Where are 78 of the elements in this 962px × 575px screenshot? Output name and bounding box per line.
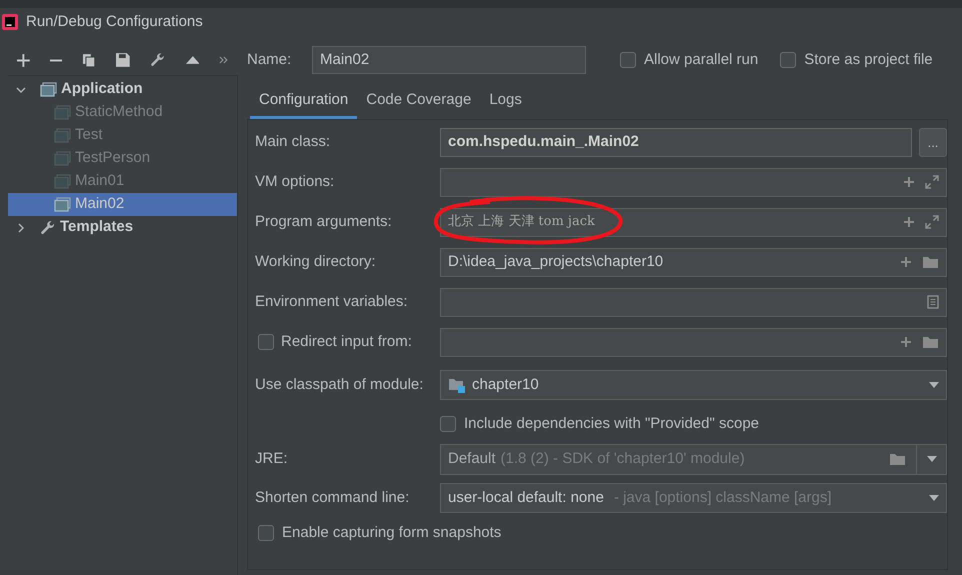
tree-label: Test	[75, 125, 103, 146]
window-title: Run/Debug Configurations	[26, 12, 203, 32]
field-value: Default	[448, 448, 496, 469]
field-label: VM options:	[255, 172, 336, 192]
copy-icon[interactable]	[82, 52, 96, 68]
expand-icon[interactable]	[925, 215, 939, 229]
chevron-icon[interactable]	[16, 222, 26, 232]
module-folder-icon	[448, 377, 466, 393]
tree-label: TestPerson	[75, 148, 150, 168]
field-label: Program arguments:	[255, 212, 393, 232]
folder-icon[interactable]	[922, 335, 939, 349]
checkbox-label: Enable capturing form snapshots	[282, 522, 502, 543]
field-label: Working directory:	[255, 252, 377, 272]
window-icon	[40, 82, 57, 97]
field-label: Use classpath of module:	[255, 374, 424, 395]
more-icon[interactable]	[219, 56, 228, 64]
window-icon	[54, 197, 71, 212]
plus-icon[interactable]	[903, 216, 915, 228]
field-value: com.hspedu.main_.Main02	[448, 132, 639, 152]
document-icon[interactable]	[927, 295, 939, 309]
tree-label: Application	[61, 79, 143, 100]
checkbox-label: Store as project file	[804, 50, 933, 70]
caret-icon[interactable]	[929, 495, 939, 501]
plus-icon[interactable]	[900, 336, 912, 348]
plus-icon[interactable]	[903, 176, 915, 188]
checkbox[interactable]	[780, 52, 796, 68]
field-value: chapter10	[472, 374, 540, 395]
tree-label: Main02	[75, 194, 124, 214]
tab[interactable]: Code Coverage	[357, 87, 480, 119]
tab[interactable]: Logs	[480, 87, 531, 119]
caret-icon[interactable]	[926, 456, 936, 462]
field-label: Environment variables:	[255, 292, 409, 312]
window-icon	[54, 174, 71, 189]
field-value: 北京 上海 天津 tom jack	[448, 213, 596, 232]
text-field[interactable]	[440, 168, 947, 196]
module-dropdown[interactable]: chapter10	[440, 370, 947, 400]
checkbox[interactable]	[258, 525, 274, 541]
text-field[interactable]: D:\idea_java_projects\chapter10	[440, 248, 947, 276]
name-field[interactable]: Main02	[312, 46, 586, 74]
checkbox[interactable]	[440, 416, 456, 432]
tree-item[interactable]: Application	[8, 78, 237, 101]
text-field[interactable]	[440, 288, 947, 316]
field-value: Main02	[320, 50, 370, 70]
move-up-icon[interactable]	[186, 56, 200, 64]
text-field[interactable]: 北京 上海 天津 tom jack	[440, 208, 947, 236]
field-value: D:\idea_java_projects\chapter10	[448, 252, 664, 272]
checkbox[interactable]	[620, 52, 636, 68]
tree-label: StaticMethod	[75, 102, 163, 122]
field-value: user-local default: none	[448, 488, 604, 508]
checkbox-label: Include dependencies with "Provided" scope	[464, 414, 760, 434]
window-icon	[54, 128, 71, 143]
folder-icon[interactable]	[922, 255, 939, 269]
plus-icon[interactable]	[900, 256, 912, 268]
chevron-icon[interactable]	[16, 84, 26, 94]
app-logo-icon	[2, 14, 18, 30]
checkbox-label: Allow parallel run	[644, 50, 758, 70]
tree-item[interactable]: Templates	[8, 216, 237, 239]
field-label: Main class:	[255, 132, 332, 152]
wrench-icon	[150, 52, 166, 68]
tree-item[interactable]: Main02	[8, 193, 237, 216]
caret-icon[interactable]	[929, 382, 939, 388]
field-label: Redirect input from:	[281, 332, 413, 352]
add-icon[interactable]	[17, 54, 30, 66]
save-icon[interactable]	[116, 53, 130, 67]
window-icon	[54, 105, 71, 120]
folder-icon[interactable]	[889, 452, 906, 466]
checkbox[interactable]	[258, 334, 274, 350]
tree-label: Templates	[60, 217, 134, 238]
wrench-icon	[40, 220, 56, 236]
browse-button[interactable]: ...	[919, 128, 947, 156]
expand-icon[interactable]	[925, 175, 939, 189]
tree-label: Main01	[75, 171, 124, 192]
field-label: Shorten command line:	[255, 488, 410, 508]
main-class-field[interactable]: com.hspedu.main_.Main02	[440, 128, 912, 156]
field-label: JRE:	[255, 448, 289, 469]
name-label: Name:	[247, 50, 292, 70]
window-icon	[54, 151, 71, 166]
text-field[interactable]	[440, 328, 947, 356]
